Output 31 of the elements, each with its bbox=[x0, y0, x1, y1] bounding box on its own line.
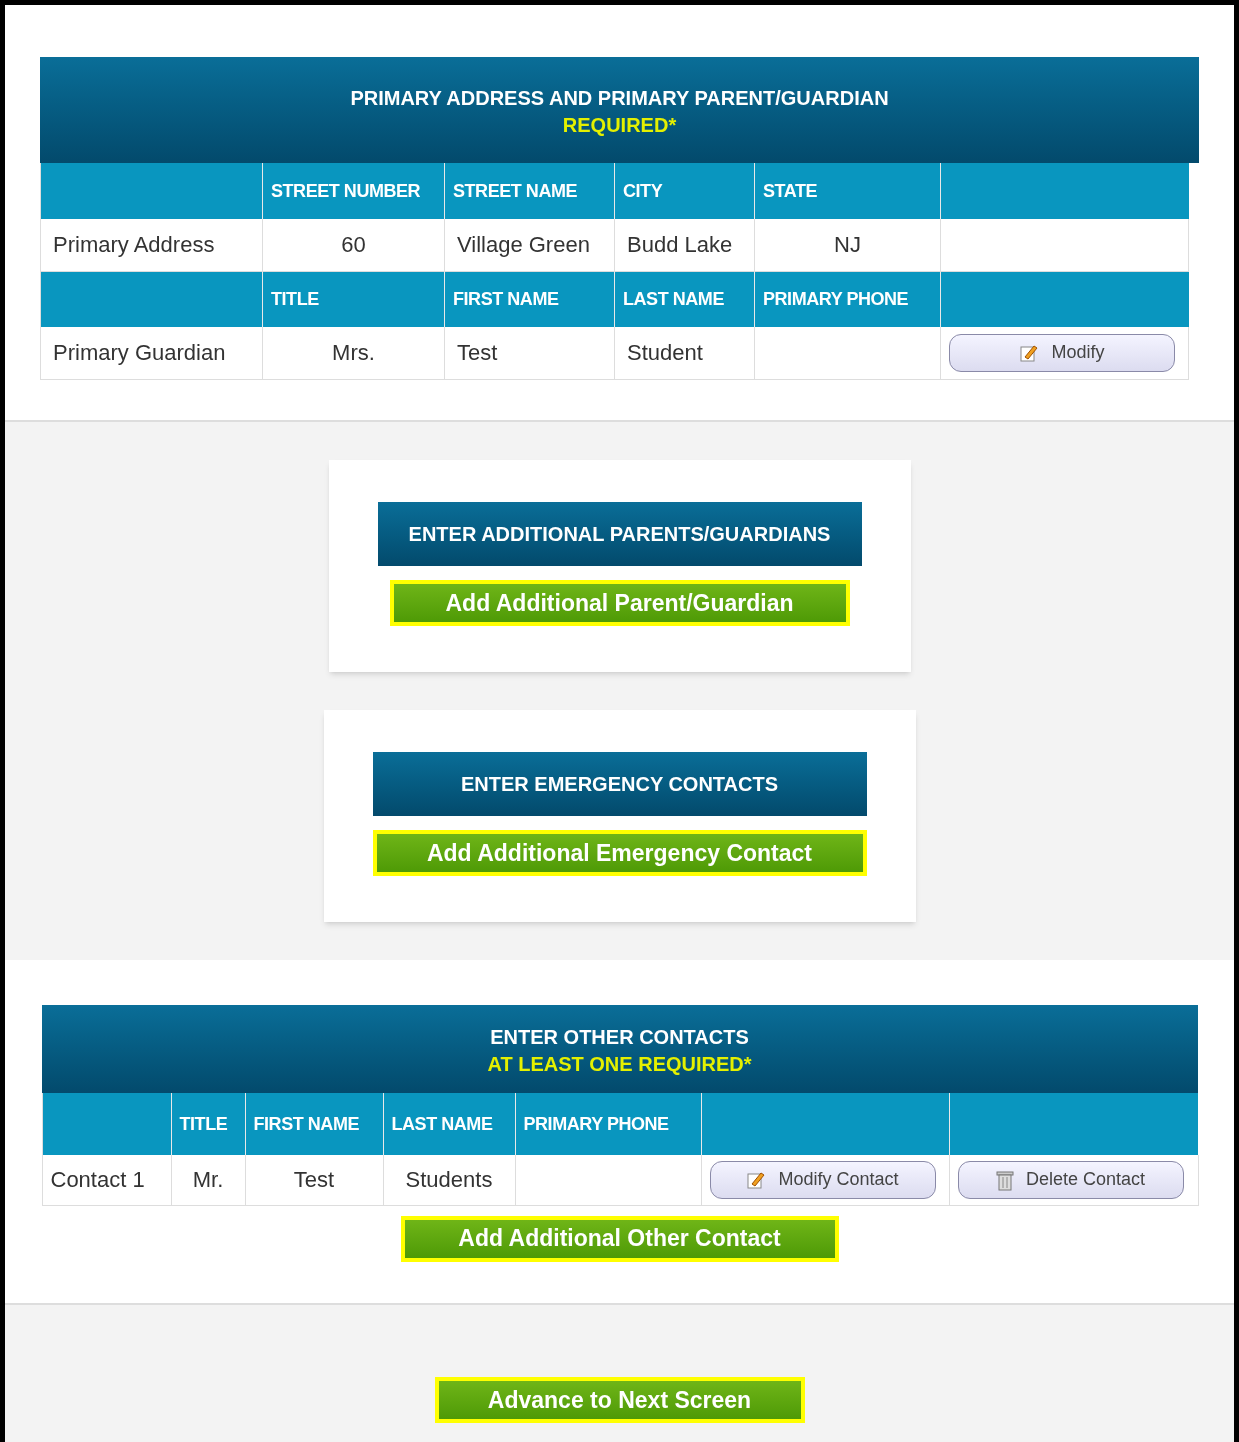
table-cell: Mr. bbox=[171, 1155, 245, 1205]
table-cell: Test bbox=[245, 1155, 383, 1205]
banner-title: ENTER OTHER CONTACTS bbox=[490, 1024, 749, 1050]
action-button[interactable]: Add Additional Other Contact bbox=[404, 1219, 835, 1258]
table-cell: Student bbox=[614, 327, 755, 379]
column-header: PRIMARY PHONE bbox=[515, 1093, 701, 1155]
section-header: ENTER EMERGENCY CONTACTS bbox=[372, 752, 867, 816]
action-button[interactable]: Advance to Next Screen bbox=[438, 1381, 801, 1419]
table-cell: Mrs. bbox=[262, 327, 445, 379]
action-button[interactable]: Add Additional Parent/Guardian bbox=[393, 584, 846, 622]
table-cell: NJ bbox=[754, 219, 941, 271]
required-note: REQUIRED* bbox=[562, 112, 677, 138]
table-cell: Students bbox=[383, 1155, 515, 1205]
column-header: LAST NAME bbox=[383, 1093, 515, 1155]
pill-button[interactable]: Modify bbox=[949, 333, 1175, 372]
row-label: Contact 1 bbox=[42, 1155, 171, 1205]
table-cell: Test bbox=[444, 327, 615, 379]
required-note: AT LEAST ONE REQUIRED* bbox=[487, 1051, 752, 1077]
row-label: Primary Guardian bbox=[40, 327, 263, 379]
row-label: Primary Address bbox=[40, 219, 263, 271]
action-button[interactable]: Add Additional Emergency Contact bbox=[376, 834, 863, 872]
pill-button[interactable]: Delete Contact bbox=[957, 1160, 1184, 1199]
table-cell: 60 bbox=[262, 219, 445, 271]
trash-icon bbox=[995, 1168, 1014, 1191]
column-header: TITLE bbox=[171, 1093, 245, 1155]
pill-button[interactable]: Modify Contact bbox=[709, 1160, 936, 1199]
table-cell: Village Green bbox=[444, 219, 615, 271]
banner-title: PRIMARY ADDRESS AND PRIMARY PARENT/GUARDIAN bbox=[350, 85, 889, 111]
column-header: FIRST NAME bbox=[245, 1093, 383, 1155]
table-cell: Budd Lake bbox=[614, 219, 755, 271]
section-header: ENTER ADDITIONAL PARENTS/GUARDIANS bbox=[377, 502, 862, 566]
